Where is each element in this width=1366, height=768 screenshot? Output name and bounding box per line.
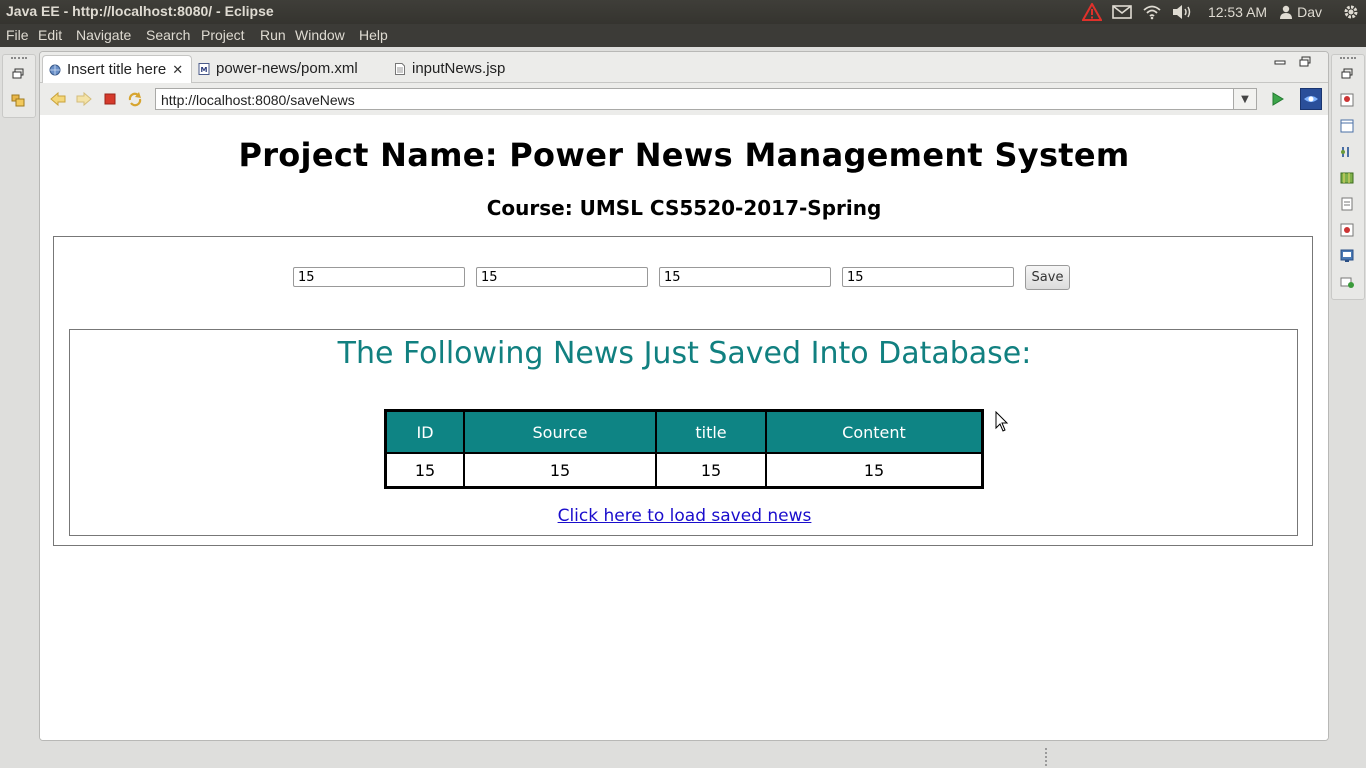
mail-icon[interactable]	[1112, 5, 1132, 19]
table-row: 15 15 15 15	[384, 452, 984, 489]
stop-icon[interactable]	[102, 91, 118, 107]
restore-icon[interactable]	[1340, 67, 1354, 81]
menu-window[interactable]: Window	[295, 27, 345, 43]
source-input[interactable]	[476, 267, 648, 287]
column-header-title: title	[655, 409, 767, 454]
table-header-row: ID Source title Content	[384, 409, 984, 454]
content-frame: Save The Following News Just Saved Into …	[53, 236, 1313, 546]
markers-icon[interactable]	[1340, 223, 1354, 237]
open-in-browser-icon[interactable]	[1300, 88, 1322, 110]
page-title: Project Name: Power News Management Syst…	[238, 136, 1130, 174]
properties-icon[interactable]	[1340, 197, 1354, 211]
settings-gear-icon[interactable]	[1342, 3, 1360, 21]
cell-id: 15	[384, 452, 465, 489]
course-subtitle: Course: UMSL CS5520-2017-Spring	[486, 196, 882, 220]
wifi-icon[interactable]	[1142, 4, 1162, 20]
close-icon[interactable]: ✕	[172, 62, 183, 78]
column-header-source: Source	[463, 409, 657, 454]
left-trim-stack	[2, 54, 36, 118]
menu-run[interactable]: Run	[260, 27, 286, 43]
jsp-file-icon	[395, 62, 405, 75]
maven-file-icon: M	[198, 62, 210, 75]
menu-navigate[interactable]: Navigate	[76, 27, 131, 43]
system-top-bar: Java EE - http://localhost:8080/ - Eclip…	[0, 0, 1366, 24]
url-dropdown-chevron-down-icon[interactable]: ▼	[1233, 88, 1257, 110]
web-page: Project Name: Power News Management Syst…	[40, 116, 1328, 740]
warning-icon[interactable]	[1081, 3, 1102, 21]
column-header-id: ID	[384, 409, 465, 454]
go-play-icon[interactable]	[1269, 91, 1285, 107]
url-input[interactable]: http://localhost:8080/saveNews	[155, 88, 1241, 110]
column-header-content: Content	[765, 409, 984, 454]
drag-handle[interactable]	[1340, 57, 1356, 62]
menu-help[interactable]: Help	[359, 27, 388, 43]
window-title: Java EE - http://localhost:8080/ - Eclip…	[6, 3, 274, 19]
forward-arrow-icon[interactable]	[76, 91, 92, 107]
cell-title: 15	[655, 452, 767, 489]
menu-search[interactable]: Search	[146, 27, 190, 43]
id-input[interactable]	[293, 267, 465, 287]
mouse-cursor-icon	[995, 411, 1009, 432]
right-trim-stack	[1331, 54, 1365, 300]
clock[interactable]: 12:53 AM	[1208, 4, 1267, 20]
title-input[interactable]	[659, 267, 831, 287]
volume-icon[interactable]	[1172, 4, 1194, 20]
outline-icon[interactable]	[1340, 119, 1354, 133]
tab-inputnews-jsp[interactable]: inputNews.jsp	[388, 55, 548, 82]
status-grip-handle[interactable]	[1045, 748, 1049, 766]
refresh-icon[interactable]	[127, 91, 143, 107]
system-tray: 12:53 AM Dav	[1072, 0, 1366, 24]
tab-label: power-news/pom.xml	[216, 60, 358, 77]
saved-news-table: ID Source title Content 15 15 15 15	[384, 409, 984, 489]
cell-content: 15	[765, 452, 984, 489]
editor-area: Insert title here ✕ M power-news/pom.xml…	[39, 51, 1329, 741]
menu-project[interactable]: Project	[201, 27, 245, 43]
result-panel: The Following News Just Saved Into Datab…	[69, 329, 1298, 536]
task-list-icon[interactable]	[1340, 145, 1354, 159]
user-menu[interactable]: Dav	[1279, 4, 1322, 20]
menu-file[interactable]: File	[6, 27, 29, 43]
tab-label: Insert title here	[67, 61, 167, 78]
load-saved-news-link[interactable]: Click here to load saved news	[70, 506, 1299, 526]
restore-icon[interactable]	[11, 67, 25, 81]
news-form: Save	[293, 265, 1093, 290]
tab-pom-xml[interactable]: M power-news/pom.xml	[192, 55, 372, 82]
result-heading: The Following News Just Saved Into Datab…	[337, 336, 1032, 371]
user-icon	[1280, 5, 1293, 19]
browser-toolbar: http://localhost:8080/saveNews ▼	[40, 83, 1328, 115]
snippets-icon[interactable]	[1340, 275, 1354, 289]
project-explorer-icon[interactable]	[11, 93, 25, 107]
back-arrow-icon[interactable]	[50, 91, 66, 107]
map-icon[interactable]	[1340, 171, 1354, 185]
cell-source: 15	[463, 452, 657, 489]
tab-label: inputNews.jsp	[412, 60, 506, 77]
menu-bar: File Edit Navigate Search Project Run Wi…	[0, 24, 1366, 47]
save-button[interactable]: Save	[1025, 265, 1070, 290]
editor-tabs: Insert title here ✕ M power-news/pom.xml…	[40, 52, 1328, 83]
servers-icon[interactable]	[1340, 93, 1354, 107]
menu-edit[interactable]: Edit	[38, 27, 62, 43]
user-name: Dav	[1297, 4, 1322, 20]
load-saved-news-link-text[interactable]: Click here to load saved news	[558, 506, 812, 526]
console-icon[interactable]	[1340, 249, 1354, 263]
content-input[interactable]	[842, 267, 1014, 287]
drag-handle[interactable]	[11, 57, 27, 62]
tab-insert-title[interactable]: Insert title here ✕	[42, 55, 192, 83]
svg-text:M: M	[201, 66, 208, 74]
maximize-icon[interactable]	[1299, 56, 1311, 71]
minimize-icon[interactable]	[1274, 56, 1286, 71]
globe-icon	[49, 64, 61, 75]
